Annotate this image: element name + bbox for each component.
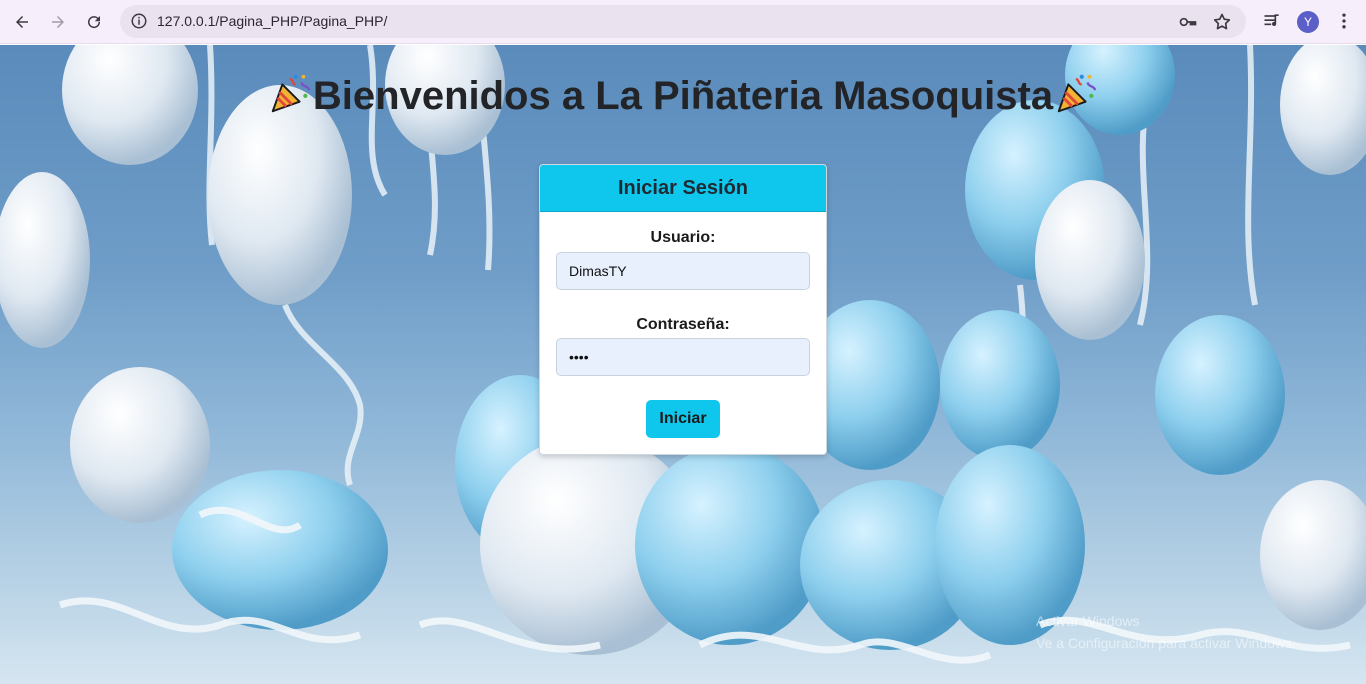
login-card: Iniciar Sesión Usuario: DimasTY Contrase… [539, 164, 827, 455]
page-viewport: Bienvenidos a La Piñateria Masoquista In… [0, 45, 1366, 684]
page-title: Bienvenidos a La Piñateria Masoquista [0, 71, 1366, 119]
login-submit-button[interactable]: Iniciar [646, 400, 720, 438]
reload-button[interactable] [80, 8, 108, 36]
kebab-menu-icon[interactable] [1334, 11, 1354, 31]
party-popper-icon [271, 74, 311, 113]
login-card-header: Iniciar Sesión [540, 165, 826, 212]
password-label: Contraseña: [636, 316, 730, 333]
back-button[interactable] [8, 8, 36, 36]
reload-icon [88, 16, 101, 29]
media-queue-icon[interactable] [1262, 11, 1282, 31]
site-info-icon[interactable] [130, 12, 148, 30]
page-title-text: Bienvenidos a La Piñateria Masoquista [312, 74, 1054, 118]
profile-avatar[interactable]: Y [1297, 11, 1319, 33]
password-field[interactable]: •••• [556, 338, 810, 376]
back-arrow-icon [16, 16, 28, 28]
password-key-icon[interactable] [1178, 12, 1198, 32]
browser-toolbar: 127.0.0.1/Pagina_PHP/Pagina_PHP/ Y [0, 0, 1366, 44]
url-text[interactable]: 127.0.0.1/Pagina_PHP/Pagina_PHP/ [157, 13, 387, 29]
forward-button[interactable] [44, 8, 72, 36]
windows-activation-text: Ve a Configuración para activar Windows. [1036, 635, 1296, 651]
address-bar[interactable]: 127.0.0.1/Pagina_PHP/Pagina_PHP/ [120, 5, 1246, 38]
username-field[interactable]: DimasTY [556, 252, 810, 290]
party-popper-icon [1057, 74, 1097, 113]
username-label: Usuario: [650, 229, 716, 246]
forward-arrow-icon [52, 16, 64, 28]
bookmark-star-icon[interactable] [1212, 12, 1232, 32]
windows-activation-title: Activar Windows [1036, 613, 1140, 629]
